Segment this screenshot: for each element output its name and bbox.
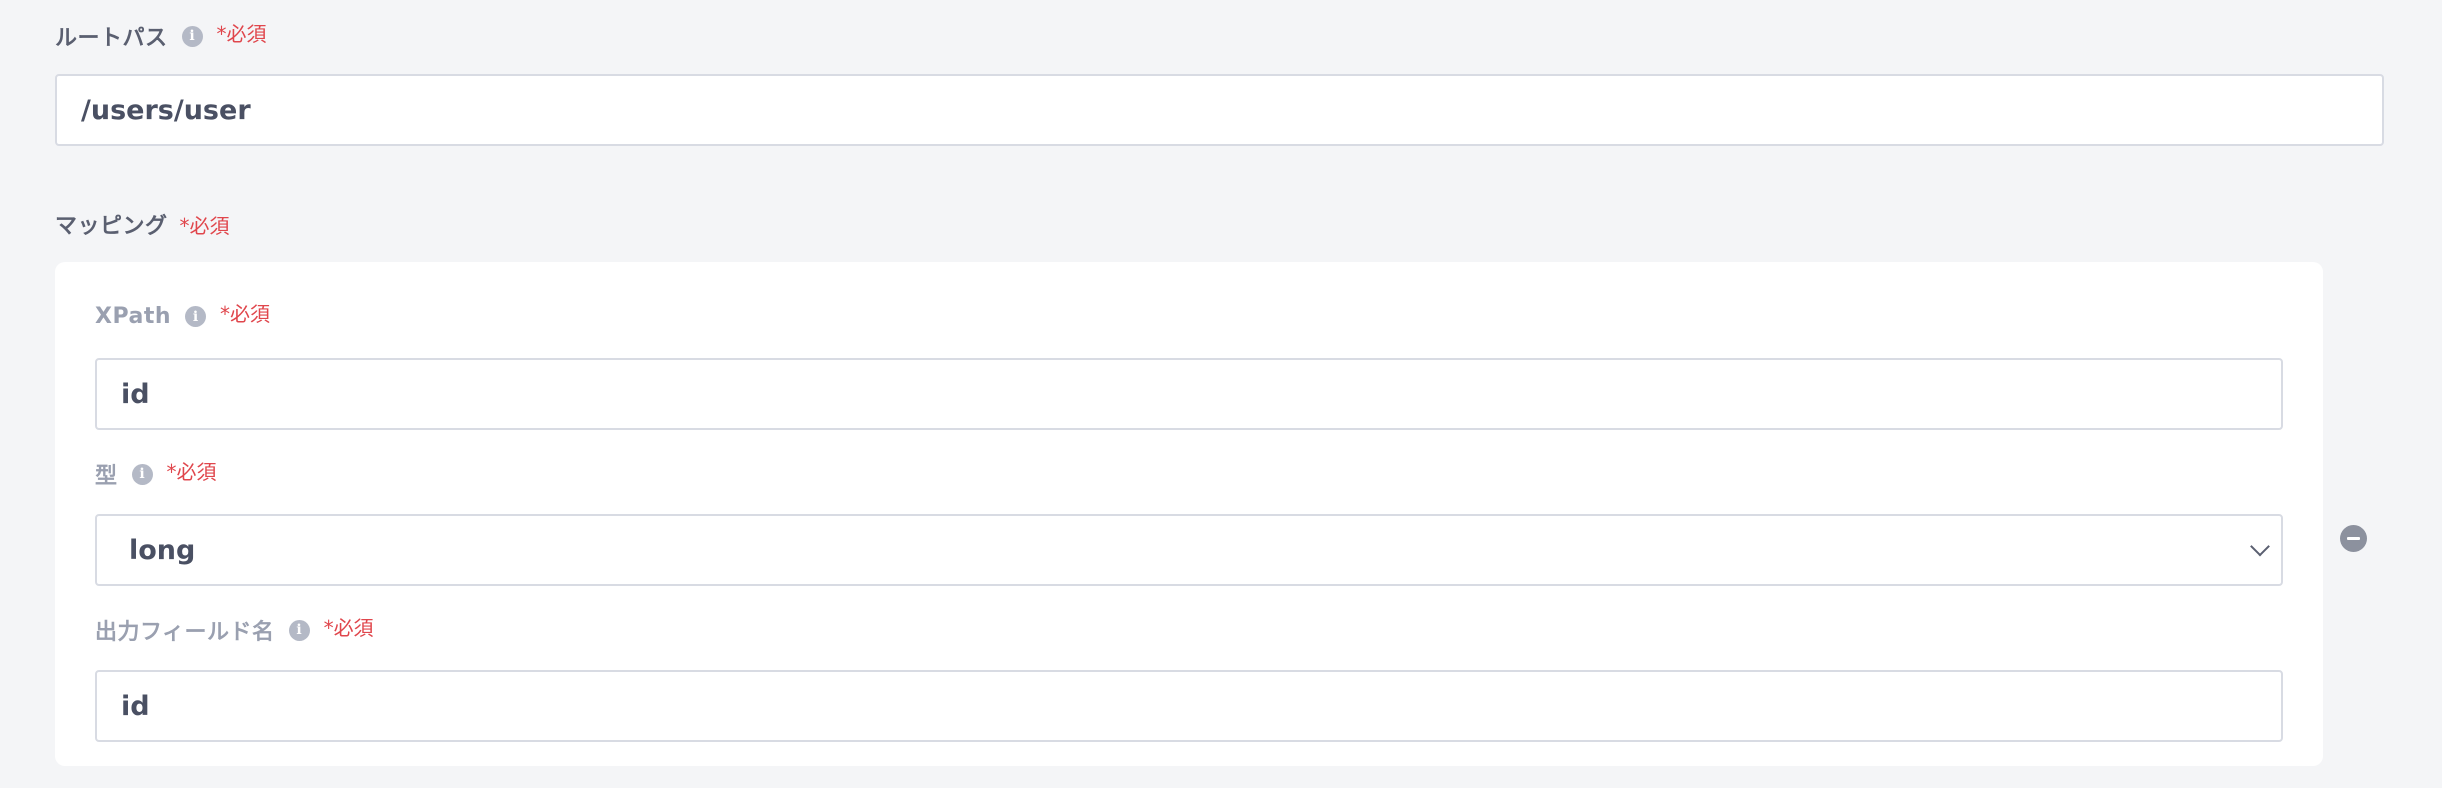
root-path-label-row: ルートパス i *必須 (55, 20, 267, 52)
mapping-label: マッピング (55, 214, 168, 239)
info-icon[interactable]: i (288, 619, 310, 641)
xpath-input[interactable] (121, 378, 2281, 410)
chevron-down-icon (2250, 536, 2270, 557)
remove-mapping-icon[interactable] (2340, 525, 2367, 552)
info-icon[interactable]: i (181, 25, 203, 47)
root-path-input-wrapper (55, 74, 2384, 146)
xpath-label-row: XPath i *必須 (95, 302, 270, 331)
xpath-input-wrapper (95, 358, 2283, 430)
required-marker: *必須 (179, 213, 230, 238)
type-label: 型 (95, 464, 118, 489)
output-field-input-wrapper (95, 670, 2283, 742)
output-field-label-row: 出力フィールド名 i *必須 (95, 614, 374, 646)
type-select[interactable]: long (95, 514, 2283, 586)
info-icon[interactable]: i (131, 463, 153, 485)
mapping-label-row: マッピング *必須 (55, 208, 230, 240)
required-marker: *必須 (166, 459, 217, 484)
required-marker: *必須 (323, 615, 374, 640)
type-label-row: 型 i *必須 (95, 458, 217, 490)
type-select-value: long (129, 534, 196, 566)
output-field-input[interactable] (121, 690, 2281, 722)
info-icon[interactable]: i (185, 306, 207, 327)
root-path-label: ルートパス (55, 26, 168, 51)
output-field-label: 出力フィールド名 (95, 620, 275, 645)
xpath-label: XPath (95, 304, 172, 329)
root-path-input[interactable] (81, 94, 2382, 126)
required-marker: *必須 (220, 302, 271, 326)
required-marker: *必須 (216, 21, 267, 46)
